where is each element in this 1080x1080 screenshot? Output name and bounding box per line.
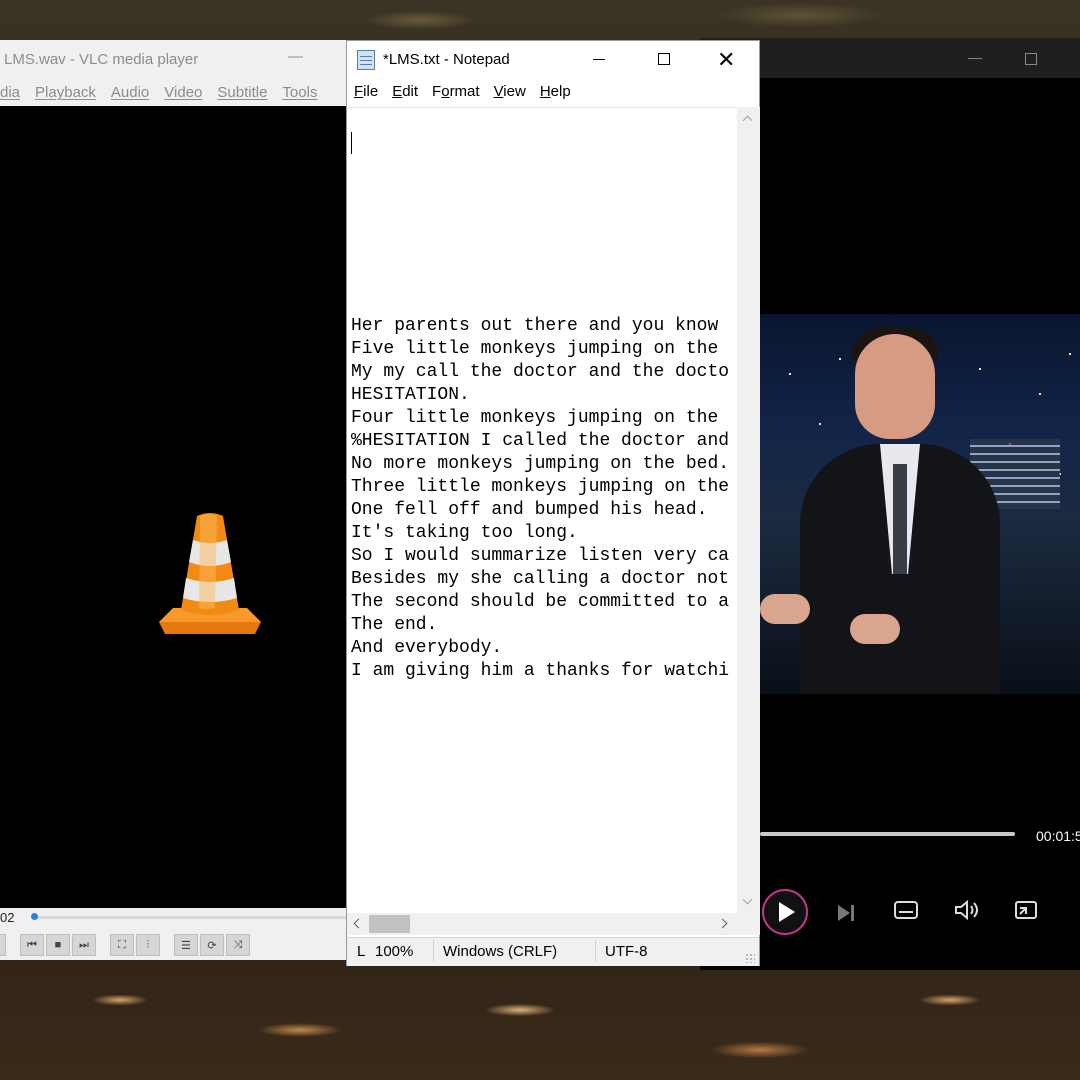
vlc-cone-icon: [159, 513, 261, 634]
menu-view[interactable]: View: [494, 83, 526, 100]
close-button[interactable]: ✕: [717, 45, 735, 75]
fullscreen-icon[interactable]: ⛶: [110, 934, 134, 956]
status-bar: L 100% Windows (CRLF) UTF-8: [347, 937, 759, 966]
text-line: One fell off and bumped his head.: [351, 500, 708, 520]
subtitles-icon[interactable]: [894, 900, 918, 926]
menu-edit[interactable]: Edit: [392, 83, 418, 100]
menu-audio[interactable]: Audio: [111, 84, 149, 101]
window-title: LMS.wav - VLC media player: [4, 51, 199, 68]
status-line-ending: Windows (CRLF): [443, 943, 558, 960]
status-position: L: [357, 943, 366, 960]
text-editor[interactable]: Her parents out there and you know Five l…: [347, 107, 737, 914]
loop-icon[interactable]: ⟳: [200, 934, 224, 956]
menu-bar: dia Playback Audio Video Subtitle Tools: [0, 84, 332, 101]
notepad-titlebar: *LMS.txt - Notepad ✕: [347, 41, 759, 79]
seek-bar[interactable]: [32, 916, 346, 919]
menu-file[interactable]: File: [354, 83, 378, 100]
text-line: And everybody.: [351, 638, 503, 658]
text-caret: [351, 132, 352, 154]
menu-media[interactable]: dia: [0, 84, 20, 101]
menu-video[interactable]: Video: [164, 84, 202, 101]
seek-handle[interactable]: [31, 913, 38, 920]
menu-playback[interactable]: Playback: [35, 84, 96, 101]
text-line: It's taking too long.: [351, 523, 578, 543]
text-line: Besides my she calling a doctor not: [351, 569, 730, 589]
menu-bar: File Edit Format View Help: [347, 83, 578, 100]
scroll-down-icon[interactable]: [742, 894, 753, 905]
text-line: Three little monkeys jumping on the: [351, 477, 730, 497]
notepad-window: *LMS.txt - Notepad ✕ File Edit Format Vi…: [346, 40, 760, 966]
status-zoom: 100%: [375, 943, 414, 960]
vertical-scrollbar[interactable]: [737, 107, 760, 913]
host-face: [855, 334, 935, 439]
window-title: *LMS.txt - Notepad: [383, 51, 510, 68]
menu-format[interactable]: Format: [432, 83, 480, 100]
host-hand-right: [850, 614, 900, 644]
text-line: The end.: [351, 615, 438, 635]
scroll-up-icon[interactable]: [742, 115, 753, 126]
scroll-left-icon[interactable]: [353, 918, 364, 929]
host-tie: [893, 464, 907, 574]
minimize-button[interactable]: —: [288, 48, 303, 65]
next-icon[interactable]: ⏭: [72, 934, 96, 956]
scroll-thumb[interactable]: [369, 915, 410, 933]
play-icon: [779, 902, 795, 922]
scroll-right-icon[interactable]: [717, 918, 728, 929]
menu-tools[interactable]: Tools: [282, 84, 317, 101]
shuffle-icon[interactable]: ⤨: [226, 934, 250, 956]
status-encoding: UTF-8: [605, 943, 648, 960]
minimize-button[interactable]: —: [968, 49, 982, 65]
next-icon[interactable]: [838, 905, 850, 921]
text-content: Her parents out there and you know Five l…: [351, 315, 729, 683]
seek-bar[interactable]: [760, 832, 1015, 836]
maximize-button[interactable]: [1025, 53, 1037, 65]
text-line: Four little monkeys jumping on the: [351, 408, 719, 428]
horizontal-scrollbar[interactable]: [347, 913, 737, 935]
vlc-window: LMS.wav - VLC media player — dia Playbac…: [0, 40, 346, 960]
play-button[interactable]: [762, 889, 808, 935]
minimize-button[interactable]: [593, 59, 605, 60]
resize-grip[interactable]: [745, 953, 755, 963]
elapsed-time: 02: [0, 910, 15, 925]
text-line: HESITATION.: [351, 385, 470, 405]
next-icon-bar: [851, 905, 854, 921]
notepad-icon: [357, 50, 375, 70]
text-line: Five little monkeys jumping on the: [351, 339, 719, 359]
video-frame: [760, 314, 1080, 694]
play-button-edge[interactable]: [0, 934, 6, 956]
scrollbar-corner: [737, 913, 760, 935]
video-area[interactable]: [0, 106, 346, 908]
maximize-button[interactable]: [658, 53, 670, 65]
text-line: So I would summarize listen very ca: [351, 546, 730, 566]
text-line: %HESITATION I called the doctor and: [351, 431, 730, 451]
menu-help[interactable]: Help: [540, 83, 571, 100]
menu-subtitle[interactable]: Subtitle: [217, 84, 267, 101]
text-line: My my call the doctor and the docto: [351, 362, 730, 382]
extended-settings-icon[interactable]: ⫶: [136, 934, 160, 956]
text-line: The second should be committed to a: [351, 592, 730, 612]
control-bar: ⏮ ■ ⏭ ⛶ ⫶ ☰ ⟳ ⤨: [0, 932, 252, 958]
stop-icon[interactable]: ■: [46, 934, 70, 956]
time-display: 00:01:5: [1036, 828, 1080, 844]
previous-icon[interactable]: ⏮: [20, 934, 44, 956]
text-line: I am giving him a thanks for watchi: [351, 661, 730, 681]
text-line: No more monkeys jumping on the bed.: [351, 454, 730, 474]
miniplayer-icon[interactable]: [1014, 900, 1038, 928]
host-hand-left: [760, 594, 810, 624]
volume-icon[interactable]: [954, 899, 980, 926]
text-line: Her parents out there and you know: [351, 316, 719, 336]
playlist-icon[interactable]: ☰: [174, 934, 198, 956]
